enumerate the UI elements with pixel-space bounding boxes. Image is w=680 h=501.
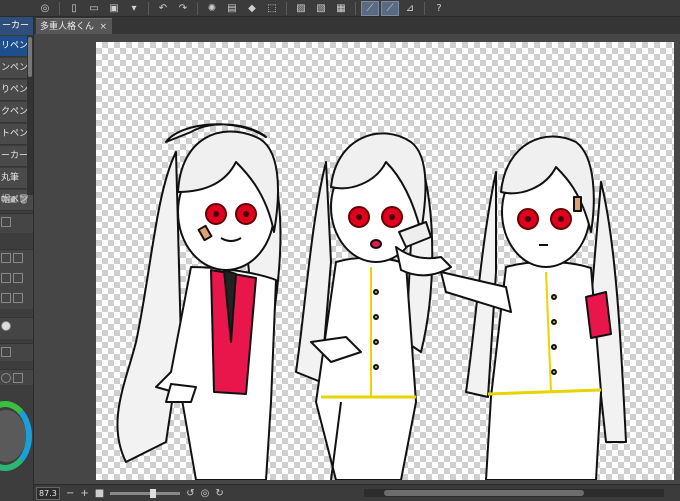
close-icon[interactable]: × [99, 19, 107, 35]
transform-icon[interactable]: ⬚ [263, 1, 281, 16]
slider-knob[interactable] [150, 488, 157, 498]
undo-icon[interactable]: ↶ [154, 1, 172, 16]
grid-icon[interactable]: ▨ [292, 1, 310, 16]
subtool-scrollbar[interactable] [27, 35, 33, 195]
toolbar-separator [148, 1, 149, 15]
brush-size-controls [0, 249, 33, 309]
toolbar-separator [197, 1, 198, 15]
crop-icon[interactable]: ▦ [332, 1, 350, 16]
brush-tip-icon[interactable] [1, 321, 11, 331]
reset-rotation-icon[interactable]: ◎ [201, 488, 210, 499]
scrollbar-thumb[interactable] [28, 37, 32, 77]
snap-grid-icon[interactable]: ⊿ [401, 1, 419, 16]
stepper-icon[interactable] [1, 347, 11, 357]
help-icon[interactable]: ? [430, 1, 448, 16]
checkbox[interactable] [13, 293, 23, 303]
subtool-panel: ーカー リペン ンペン りペン クペン トペン ーカー 丸筆 帽ペン ⧉ ▣ 🗑 [0, 17, 34, 501]
pencil-icon[interactable] [1, 217, 11, 227]
size-stepper-icon[interactable] [1, 273, 11, 283]
zoom-in-icon[interactable]: + [80, 488, 88, 499]
toolbar-separator [286, 1, 287, 15]
trash-icon[interactable]: 🗑 [18, 195, 29, 211]
size-stepper-icon[interactable] [1, 253, 11, 263]
tool-property-header [0, 213, 33, 233]
duplicate-icon[interactable]: ▣ [8, 195, 17, 211]
zoom-slider[interactable] [110, 488, 181, 498]
clock-icon[interactable] [1, 373, 11, 383]
checkbox[interactable] [13, 273, 23, 283]
toolbar-separator [59, 1, 60, 15]
tab-document[interactable]: 多重人格くん × [36, 18, 112, 34]
snap-ruler-icon[interactable]: ⟋ [361, 0, 379, 16]
chevron-down-icon[interactable]: ▾ [125, 1, 143, 16]
horizontal-scrollbar[interactable] [364, 489, 664, 497]
size-stepper-icon[interactable] [1, 293, 11, 303]
subtool-group-title: ーカー [0, 17, 33, 35]
copy-icon[interactable]: ⧉ [1, 195, 7, 211]
clear-icon[interactable]: ▤ [223, 1, 241, 16]
navigator-actions [0, 369, 33, 385]
new-file-icon[interactable]: ▯ [65, 1, 83, 16]
tab-label: 多重人格くん [40, 22, 95, 32]
rotate-left-icon[interactable]: ↺ [186, 488, 194, 499]
zoom-icon[interactable] [13, 373, 23, 383]
zoom-out-icon[interactable]: − [66, 488, 74, 499]
toolbar-separator [424, 1, 425, 15]
subtool-actions: ⧉ ▣ 🗑 [0, 195, 33, 211]
scrollbar-thumb[interactable] [384, 490, 584, 496]
character-middle [295, 132, 452, 480]
ruler-icon[interactable]: ▧ [312, 1, 330, 16]
snap-special-icon[interactable]: ⟋ [381, 0, 399, 16]
canvas-workspace[interactable] [34, 34, 680, 484]
rotate-right-icon[interactable]: ↻ [215, 488, 223, 499]
loading-icon[interactable]: ✺ [203, 1, 221, 16]
character-right [440, 135, 627, 480]
character-illustration [116, 123, 627, 480]
toolbar-separator [355, 1, 356, 15]
status-bar: 87.3 − + ■ ↺ ◎ ↻ [34, 484, 680, 501]
checkbox[interactable] [13, 253, 23, 263]
character-left [116, 123, 282, 480]
main-toolbar: ◎ ▯ ▭ ▣ ▾ ↶ ↷ ✺ ▤ ◆ ⬚ ▨ ▧ ▦ ⟋ ⟋ ⊿ ? [0, 0, 680, 17]
camera-icon[interactable]: ◎ [36, 1, 54, 16]
redo-icon[interactable]: ↷ [174, 1, 192, 16]
fill-icon[interactable]: ◆ [243, 1, 261, 16]
brush-shape-control [0, 317, 33, 339]
zoom-level-field[interactable]: 87.3 [36, 486, 60, 500]
fit-icon[interactable]: ■ [95, 488, 104, 499]
app-window: ◎ ▯ ▭ ▣ ▾ ↶ ↷ ✺ ▤ ◆ ⬚ ▨ ▧ ▦ ⟋ ⟋ ⊿ ? ーカー … [0, 0, 680, 501]
drawing-canvas[interactable] [96, 42, 674, 480]
open-folder-icon[interactable]: ▭ [85, 1, 103, 16]
stabilization-control [0, 343, 33, 361]
save-icon[interactable]: ▣ [105, 1, 123, 16]
document-tabbar: 多重人格くん × [34, 17, 680, 34]
